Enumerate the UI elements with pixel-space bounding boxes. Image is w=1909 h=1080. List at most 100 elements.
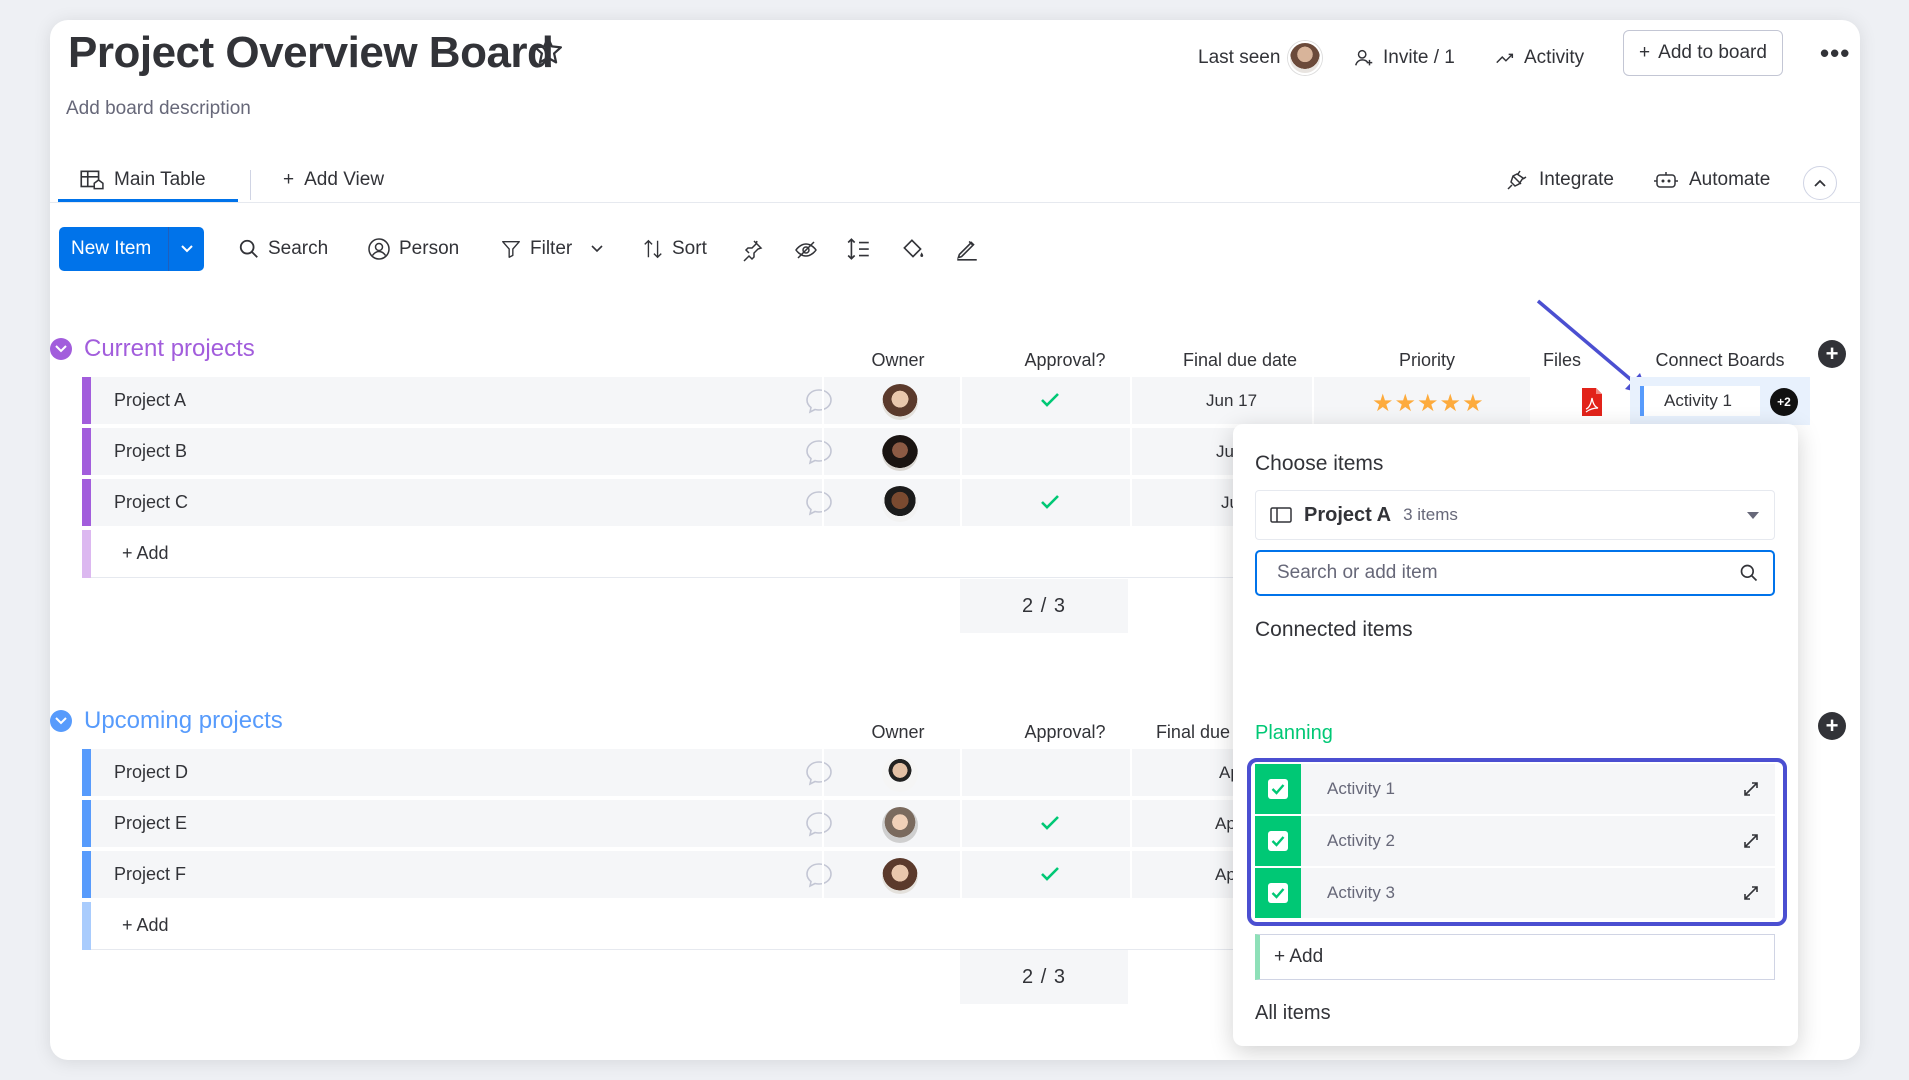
integrate-button[interactable]: Integrate [1505,158,1614,202]
approval-check-icon[interactable] [1037,489,1063,515]
star-icon: ★ [1439,390,1463,417]
comment-bubble-icon[interactable] [804,387,834,415]
board-title[interactable]: Project Overview Board [68,28,554,78]
add-column-button[interactable]: + [1818,340,1846,368]
board-select-dropdown[interactable]: Project A 3 items [1255,490,1775,540]
cell-divider [1130,800,1132,847]
pin-icon[interactable] [740,238,764,262]
group-header-current[interactable]: Current projects [50,335,255,363]
approval-check-icon[interactable] [1037,861,1063,887]
sort-button[interactable]: Sort [642,227,707,271]
approval-check-icon[interactable] [1037,387,1063,413]
approval-summary: 2 / 3 [960,579,1128,633]
board-description[interactable]: Add board description [66,98,251,120]
popup-search-field[interactable] [1255,550,1775,596]
item-name[interactable]: Project F [114,864,186,885]
comment-bubble-icon[interactable] [804,489,834,517]
owner-avatar[interactable] [882,384,918,420]
avatar [1288,41,1323,75]
favorite-star-icon[interactable] [531,34,565,68]
column-header-approval[interactable]: Approval? [980,350,1150,371]
table-home-icon [80,170,104,190]
item-name[interactable]: Project A [114,390,186,411]
group-collapse-toggle[interactable] [50,338,72,360]
column-header-final-due-date[interactable]: Final due [1150,722,1230,743]
column-header-owner[interactable]: Owner [838,722,958,743]
add-to-board-button[interactable]: + Add to board [1623,30,1783,76]
activity-button[interactable]: Activity [1494,38,1584,78]
column-header-owner[interactable]: Owner [838,350,958,371]
search-button[interactable]: Search [238,227,328,271]
hide-eye-icon[interactable] [794,238,818,262]
paint-bucket-icon[interactable] [900,236,926,262]
add-item-label[interactable]: + Add [122,915,169,936]
comment-bubble-icon[interactable] [804,861,834,889]
column-header-approval[interactable]: Approval? [980,722,1150,743]
group-header-upcoming[interactable]: Upcoming projects [50,707,283,735]
invite-button[interactable]: Invite / 1 [1353,38,1455,78]
plus-icon: + [283,169,295,190]
owner-avatar[interactable] [882,756,918,792]
connected-group-name: Planning [1255,722,1333,744]
chevron-down-icon [55,717,67,725]
automate-button[interactable]: Automate [1653,158,1770,202]
popup-add-item-button[interactable]: + Add [1255,934,1775,980]
add-column-button[interactable]: + [1818,712,1846,740]
popup-search-input[interactable] [1277,562,1717,584]
approval-check-icon[interactable] [1037,810,1063,836]
tab-main-table-label: Main Table [114,169,206,190]
row-color-bar [82,479,91,526]
chevron-down-icon [180,245,193,253]
add-view-button[interactable]: + Add View [283,158,384,202]
column-header-final-due-date[interactable]: Final due date [1150,350,1330,371]
table-row[interactable]: Project A Jun 17 ★★★★★ Activity 1 +2 [82,377,1810,425]
row-height-icon[interactable] [846,236,872,262]
cell-divider [1130,749,1132,796]
row-color-bar [82,530,91,578]
column-header-connect-boards[interactable]: Connect Boards [1630,350,1810,371]
edit-pen-icon[interactable] [954,236,980,262]
tab-main-table[interactable]: Main Table [78,158,206,202]
person-filter-button[interactable]: Person [367,227,459,271]
row-color-bar [82,800,91,847]
last-seen[interactable]: Last seen [1198,38,1323,78]
row-color-bar [82,749,91,796]
new-item-button[interactable]: New Item [59,227,204,271]
owner-avatar[interactable] [882,858,918,894]
comment-bubble-icon[interactable] [804,438,834,466]
item-name[interactable]: Project E [114,813,187,834]
cell-divider [1130,479,1132,526]
filter-button[interactable]: Filter [500,227,604,271]
group-title[interactable]: Current projects [84,335,255,363]
priority-rating[interactable]: ★★★★★ [1372,389,1485,418]
column-header-files[interactable]: Files [1512,350,1612,371]
item-name[interactable]: Project D [114,762,188,783]
cell-divider [822,479,824,526]
item-name[interactable]: Project C [114,492,188,513]
add-view-label: Add View [304,169,385,190]
more-options-icon[interactable]: ••• [1820,38,1850,69]
cell-divider [1130,428,1132,475]
owner-avatar[interactable] [882,486,918,522]
add-item-label[interactable]: + Add [122,543,169,564]
new-item-dropdown[interactable] [168,227,204,271]
comment-bubble-icon[interactable] [804,759,834,787]
cell-divider [1312,377,1314,424]
more-connected-badge[interactable]: +2 [1770,388,1798,416]
column-header-priority[interactable]: Priority [1342,350,1512,371]
chevron-down-icon[interactable] [590,244,604,254]
row-color-bar [82,428,91,475]
owner-avatar[interactable] [882,807,918,843]
plus-icon: + [1639,42,1651,63]
group-collapse-toggle[interactable] [50,710,72,732]
owner-avatar[interactable] [882,435,918,471]
group-title[interactable]: Upcoming projects [84,707,283,735]
connect-items-popup: Choose items Project A 3 items Connected… [1233,424,1798,1046]
collapse-header-button[interactable] [1803,166,1837,200]
comment-bubble-icon[interactable] [804,810,834,838]
connected-item-chip[interactable]: Activity 1 [1640,386,1760,416]
item-name[interactable]: Project B [114,441,187,462]
pdf-file-icon[interactable] [1579,387,1605,417]
caret-down-icon [1747,512,1759,519]
due-date[interactable]: Jun 17 [1206,391,1257,411]
